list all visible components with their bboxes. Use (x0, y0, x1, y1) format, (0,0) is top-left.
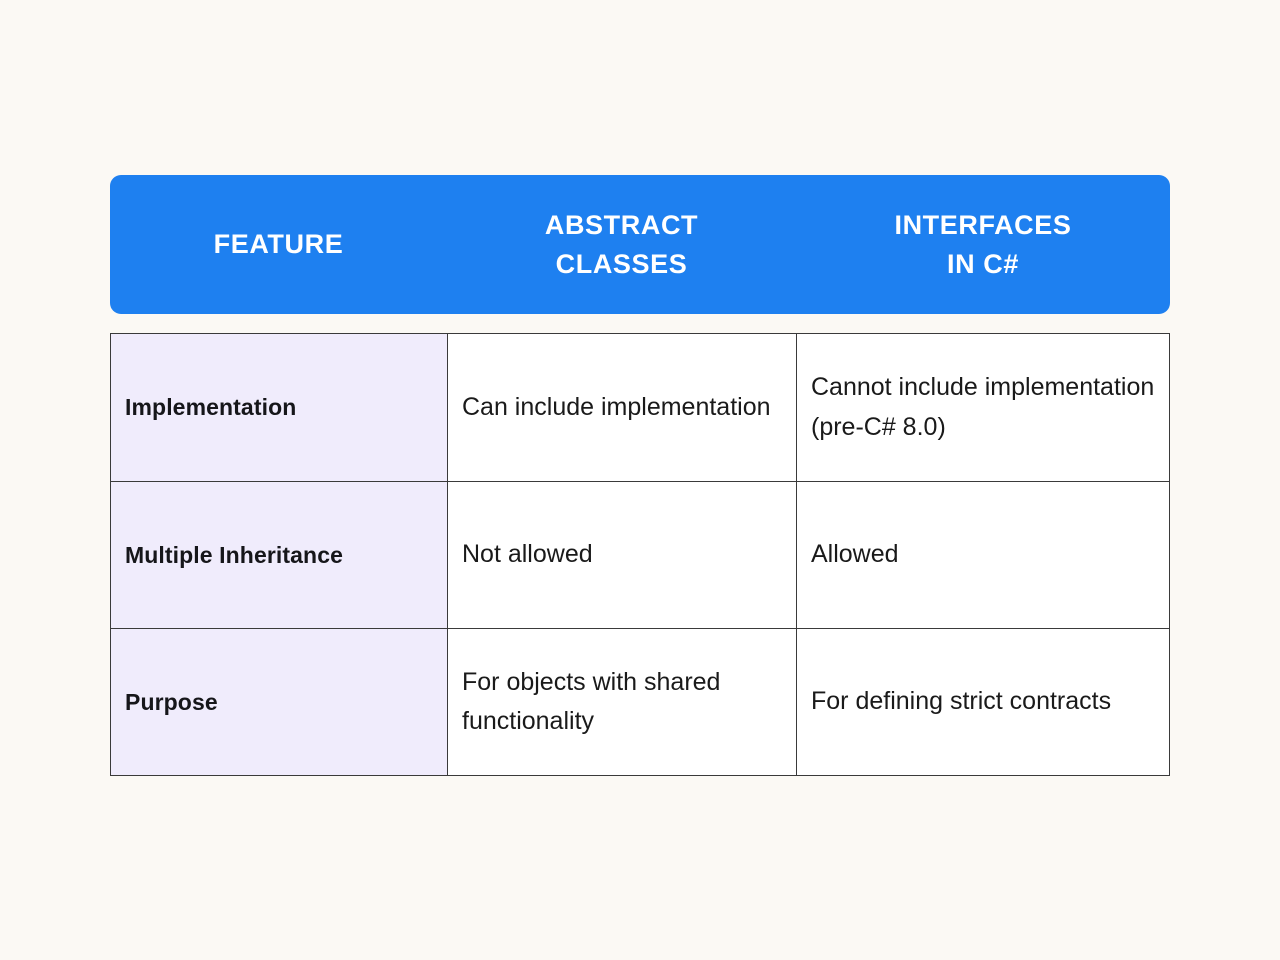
header-column-interfaces: INTERFACES IN C# (796, 175, 1170, 314)
table-row: Purpose For objects with shared function… (110, 628, 1170, 776)
header-label-abstract-classes: ABSTRACT CLASSES (544, 210, 699, 279)
cell-text: Purpose (125, 688, 218, 715)
cell-text: Not allowed (462, 540, 593, 569)
cell-feature-multiple-inheritance: Multiple Inheritance (110, 481, 447, 628)
cell-interfaces-implementation: Cannot include implementation (pre-C# 8.… (796, 333, 1170, 481)
cell-feature-implementation: Implementation (110, 333, 447, 481)
cell-text: Can include implementation (462, 392, 771, 421)
table-body: Implementation Can include implementatio… (110, 333, 1170, 776)
table-header-banner: FEATURE ABSTRACT CLASSES INTERFACES IN C… (110, 175, 1170, 314)
cell-text: For defining strict contracts (811, 687, 1112, 716)
cell-text: Multiple Inheritance (125, 541, 343, 568)
cell-text: Implementation (125, 394, 297, 420)
header-label-interfaces: INTERFACES IN C# (894, 210, 1072, 279)
header-column-abstract-classes: ABSTRACT CLASSES (447, 175, 796, 314)
cell-abstract-implementation: Can include implementation (447, 333, 796, 481)
comparison-table-canvas: FEATURE ABSTRACT CLASSES INTERFACES IN C… (0, 0, 1280, 960)
cell-text: Cannot include implementation (pre-C# 8.… (811, 373, 1155, 441)
table-row: Multiple Inheritance Not allowed Allowed (110, 481, 1170, 628)
cell-feature-purpose: Purpose (110, 628, 447, 776)
cell-abstract-multiple-inheritance: Not allowed (447, 481, 796, 628)
header-column-feature: FEATURE (110, 175, 447, 314)
cell-abstract-purpose: For objects with shared functionality (447, 628, 796, 776)
cell-text: Allowed (811, 540, 899, 569)
cell-text: For objects with shared functionality (462, 667, 721, 736)
table-row: Implementation Can include implementatio… (110, 333, 1170, 481)
cell-interfaces-purpose: For defining strict contracts (796, 628, 1170, 776)
cell-interfaces-multiple-inheritance: Allowed (796, 481, 1170, 628)
header-label-feature: FEATURE (213, 229, 344, 260)
